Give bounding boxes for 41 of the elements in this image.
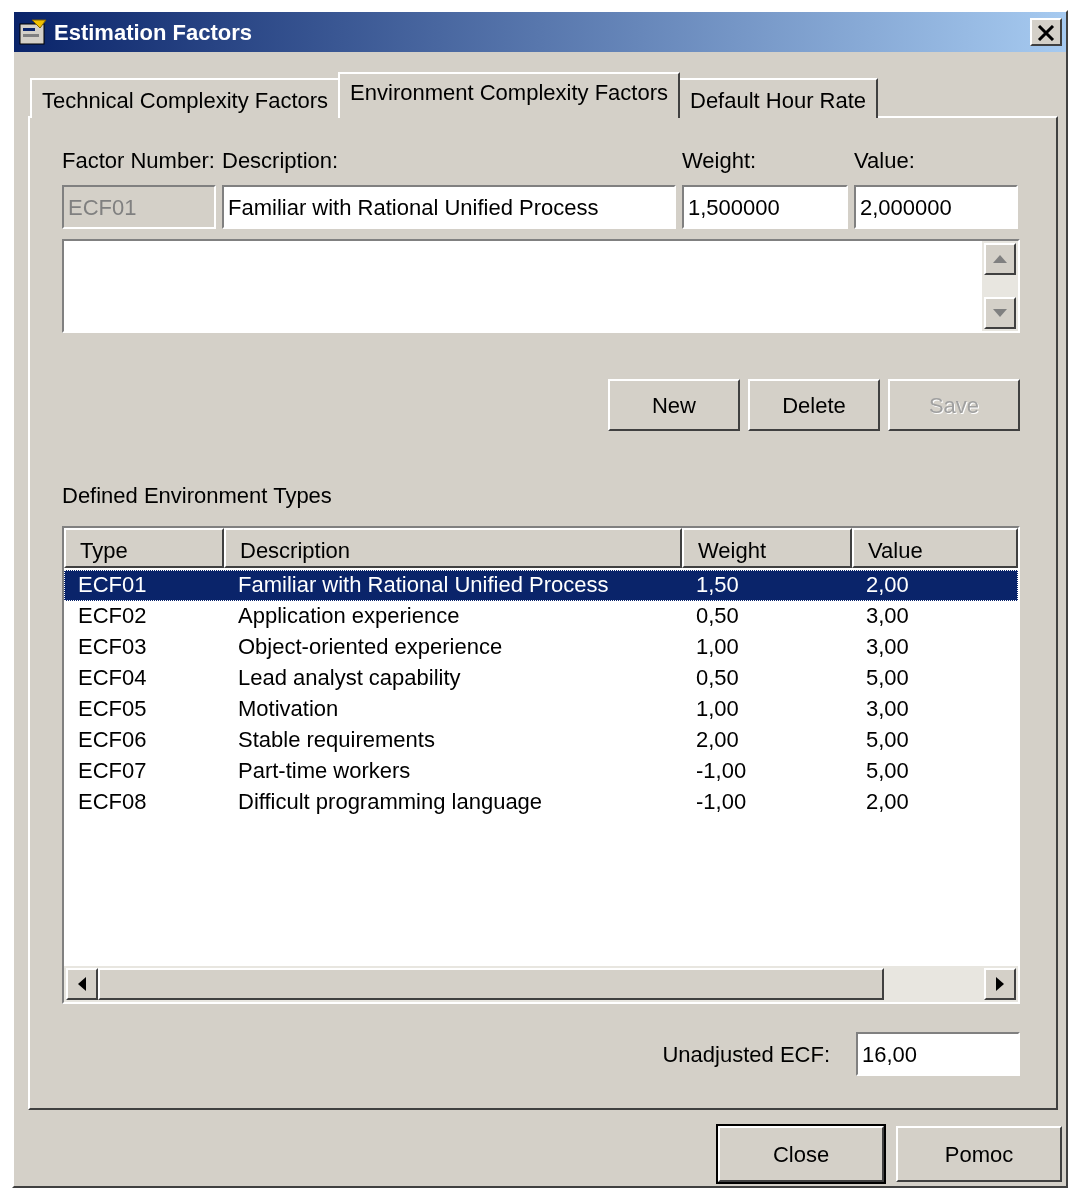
input-field[interactable]: 2,000000 bbox=[854, 185, 1018, 229]
close-button[interactable] bbox=[1030, 18, 1062, 46]
total-label: Unadjusted ECF: bbox=[662, 1040, 830, 1069]
list-row[interactable]: ECF08 Difficult programming language -1,00 2,00 bbox=[64, 787, 1018, 818]
field-label: Factor Number: bbox=[62, 147, 216, 175]
list-row[interactable]: ECF06 Stable requirements 2,00 5,00 bbox=[64, 725, 1018, 756]
left-arrow-icon[interactable] bbox=[78, 977, 86, 991]
list-label: Defined Environment Types bbox=[62, 482, 333, 510]
action-button[interactable]: New bbox=[608, 379, 740, 431]
field-label: Value: bbox=[854, 147, 916, 175]
input-field[interactable]: 1,500000 bbox=[682, 185, 848, 229]
field-label: Description: bbox=[222, 147, 340, 175]
vertical-scrollbar[interactable] bbox=[982, 241, 1018, 331]
column-header[interactable]: Value bbox=[852, 528, 1018, 568]
dialog-button[interactable]: Pomoc bbox=[896, 1126, 1062, 1182]
right-arrow-icon[interactable] bbox=[996, 977, 1004, 991]
field-label: Weight: bbox=[682, 147, 758, 175]
up-arrow-icon[interactable] bbox=[993, 255, 1007, 263]
input-field[interactable]: Familiar with Rational Unified Process bbox=[222, 185, 676, 229]
tab[interactable]: Environment Complexity Factors bbox=[338, 72, 680, 118]
total-field[interactable]: 16,00 bbox=[856, 1032, 1020, 1076]
column-header[interactable]: Description bbox=[224, 528, 682, 568]
dialog-button[interactable]: Close bbox=[718, 1126, 884, 1182]
list-row[interactable]: ECF07 Part-time workers -1,00 5,00 bbox=[64, 756, 1018, 787]
tab[interactable]: Technical Complexity Factors bbox=[30, 78, 341, 118]
list-row[interactable]: ECF03 Object-oriented experience 1,00 3,00 bbox=[64, 632, 1018, 663]
list-row[interactable]: ECF04 Lead analyst capability 0,50 5,00 bbox=[64, 663, 1018, 694]
list-row[interactable]: ECF02 Application experience 0,50 3,00 bbox=[64, 601, 1018, 632]
scroll-thumb[interactable] bbox=[98, 968, 884, 1000]
horizontal-scrollbar[interactable] bbox=[64, 966, 1018, 1002]
down-arrow-icon[interactable] bbox=[993, 309, 1007, 317]
action-button[interactable]: Delete bbox=[748, 379, 880, 431]
list-row[interactable]: ECF01 Familiar with Rational Unified Process 1,50 2,00 bbox=[64, 570, 1018, 601]
app-icon bbox=[18, 18, 48, 46]
tab[interactable]: Default Hour Rate bbox=[678, 78, 879, 118]
notes-field[interactable] bbox=[62, 239, 1020, 333]
column-header[interactable]: Weight bbox=[682, 528, 852, 568]
close-icon[interactable] bbox=[1037, 25, 1055, 42]
column-header[interactable]: Type bbox=[64, 528, 224, 568]
window-title: Estimation Factors bbox=[54, 18, 253, 47]
list-row[interactable]: ECF05 Motivation 1,00 3,00 bbox=[64, 694, 1018, 725]
